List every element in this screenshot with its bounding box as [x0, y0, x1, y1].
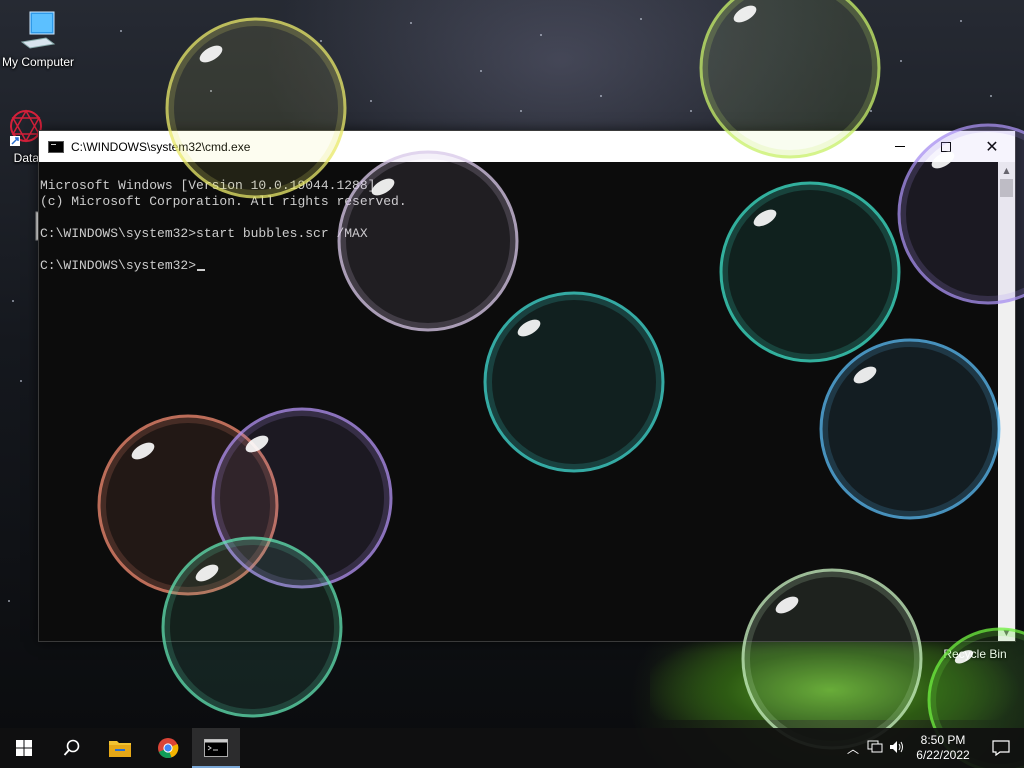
show-hidden-icons-chevron-icon[interactable]: ︿: [842, 740, 864, 757]
chrome-button[interactable]: [144, 728, 192, 768]
close-button[interactable]: ✕: [969, 131, 1015, 162]
text-cursor: [197, 269, 206, 271]
notification-icon: [992, 740, 1010, 756]
cmd-app-icon: [48, 140, 64, 153]
minimize-button[interactable]: [877, 131, 923, 162]
cmd-titlebar[interactable]: C:\WINDOWS\system32\cmd.exe ✕: [39, 131, 1015, 162]
desktop-icon-label: My Computer: [1, 55, 75, 69]
close-icon: ✕: [985, 136, 999, 156]
maximize-button[interactable]: [923, 131, 969, 162]
clock[interactable]: 8:50 PM 6/22/2022: [908, 733, 978, 763]
file-explorer-button[interactable]: [96, 728, 144, 768]
search-button[interactable]: [48, 728, 96, 768]
search-icon: [63, 739, 80, 756]
clock-time: 8:50 PM: [920, 733, 966, 747]
maximize-icon: [941, 141, 951, 152]
console-line: C:\WINDOWS\system32>start bubbles.scr /M…: [40, 226, 368, 241]
console-line: (c) Microsoft Corporation. All rights re…: [40, 194, 407, 209]
cmd-window[interactable]: C:\WINDOWS\system32\cmd.exe ✕ Microsoft …: [38, 130, 1016, 642]
cmd-window-title: C:\WINDOWS\system32\cmd.exe: [71, 139, 251, 154]
network-icon[interactable]: [864, 740, 886, 757]
taskbar: ︿ 8:50 PM 6/22/2022: [0, 728, 1024, 768]
start-button[interactable]: [0, 728, 48, 768]
console-output[interactable]: Microsoft Windows [Version 10.0.19044.12…: [39, 162, 999, 641]
desktop-icon-my-computer[interactable]: My Computer: [0, 8, 78, 69]
computer-icon: [20, 11, 56, 49]
windows-start-icon: [16, 740, 32, 756]
minimize-icon: [895, 146, 905, 147]
action-center-button[interactable]: [978, 740, 1024, 756]
command-prompt-taskbar-button[interactable]: [192, 728, 240, 768]
scroll-down-arrow-icon[interactable]: ▼: [998, 624, 1015, 641]
scroll-thumb[interactable]: [1000, 179, 1013, 197]
scroll-up-arrow-icon[interactable]: ▲: [998, 162, 1015, 179]
cmd-icon: [204, 739, 228, 757]
console-line: Microsoft Windows [Version 10.0.19044.12…: [40, 178, 376, 193]
vertical-scrollbar[interactable]: ▲ ▼: [998, 162, 1015, 641]
console-prompt: C:\WINDOWS\system32>: [40, 258, 197, 273]
folder-icon: [109, 741, 131, 757]
console-prompt-line: C:\WINDOWS\system32>: [40, 258, 999, 274]
chrome-icon: [158, 738, 179, 759]
desktop-icon-label: Recycle Bin: [943, 647, 1007, 661]
system-tray: ︿ 8:50 PM 6/22/2022: [842, 728, 1024, 768]
clock-date: 6/22/2022: [916, 748, 970, 762]
volume-icon[interactable]: [886, 740, 908, 757]
